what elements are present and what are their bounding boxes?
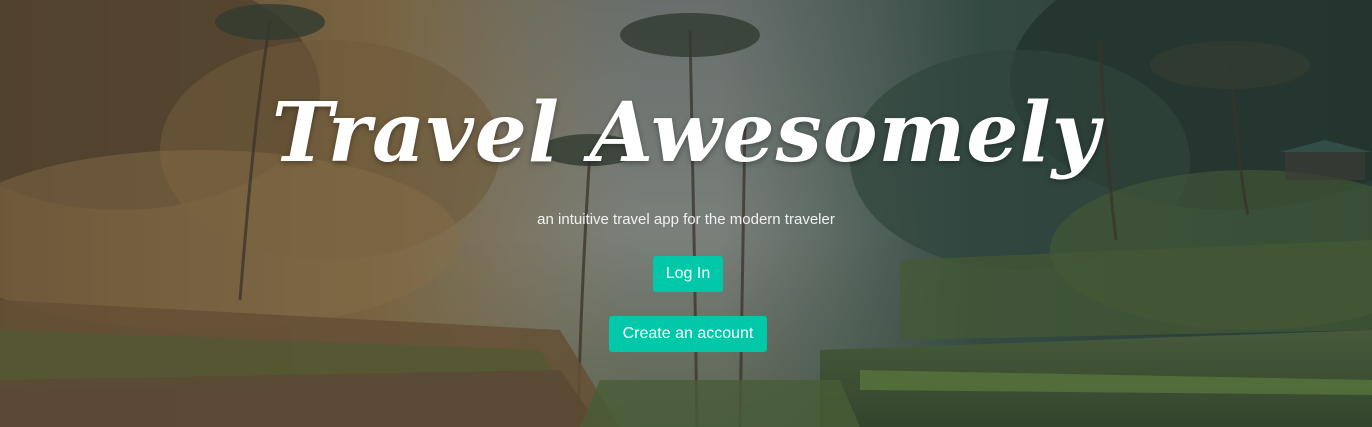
hero-subtitle: an intuitive travel app for the modern t… xyxy=(537,211,835,228)
create-account-button[interactable]: Create an account xyxy=(609,316,767,352)
hero-content: Travel Awesomely an intuitive travel app… xyxy=(0,0,1372,427)
hero-section: Travel Awesomely an intuitive travel app… xyxy=(0,0,1372,427)
hero-title: Travel Awesomely xyxy=(271,85,1101,181)
login-button[interactable]: Log In xyxy=(653,256,723,292)
